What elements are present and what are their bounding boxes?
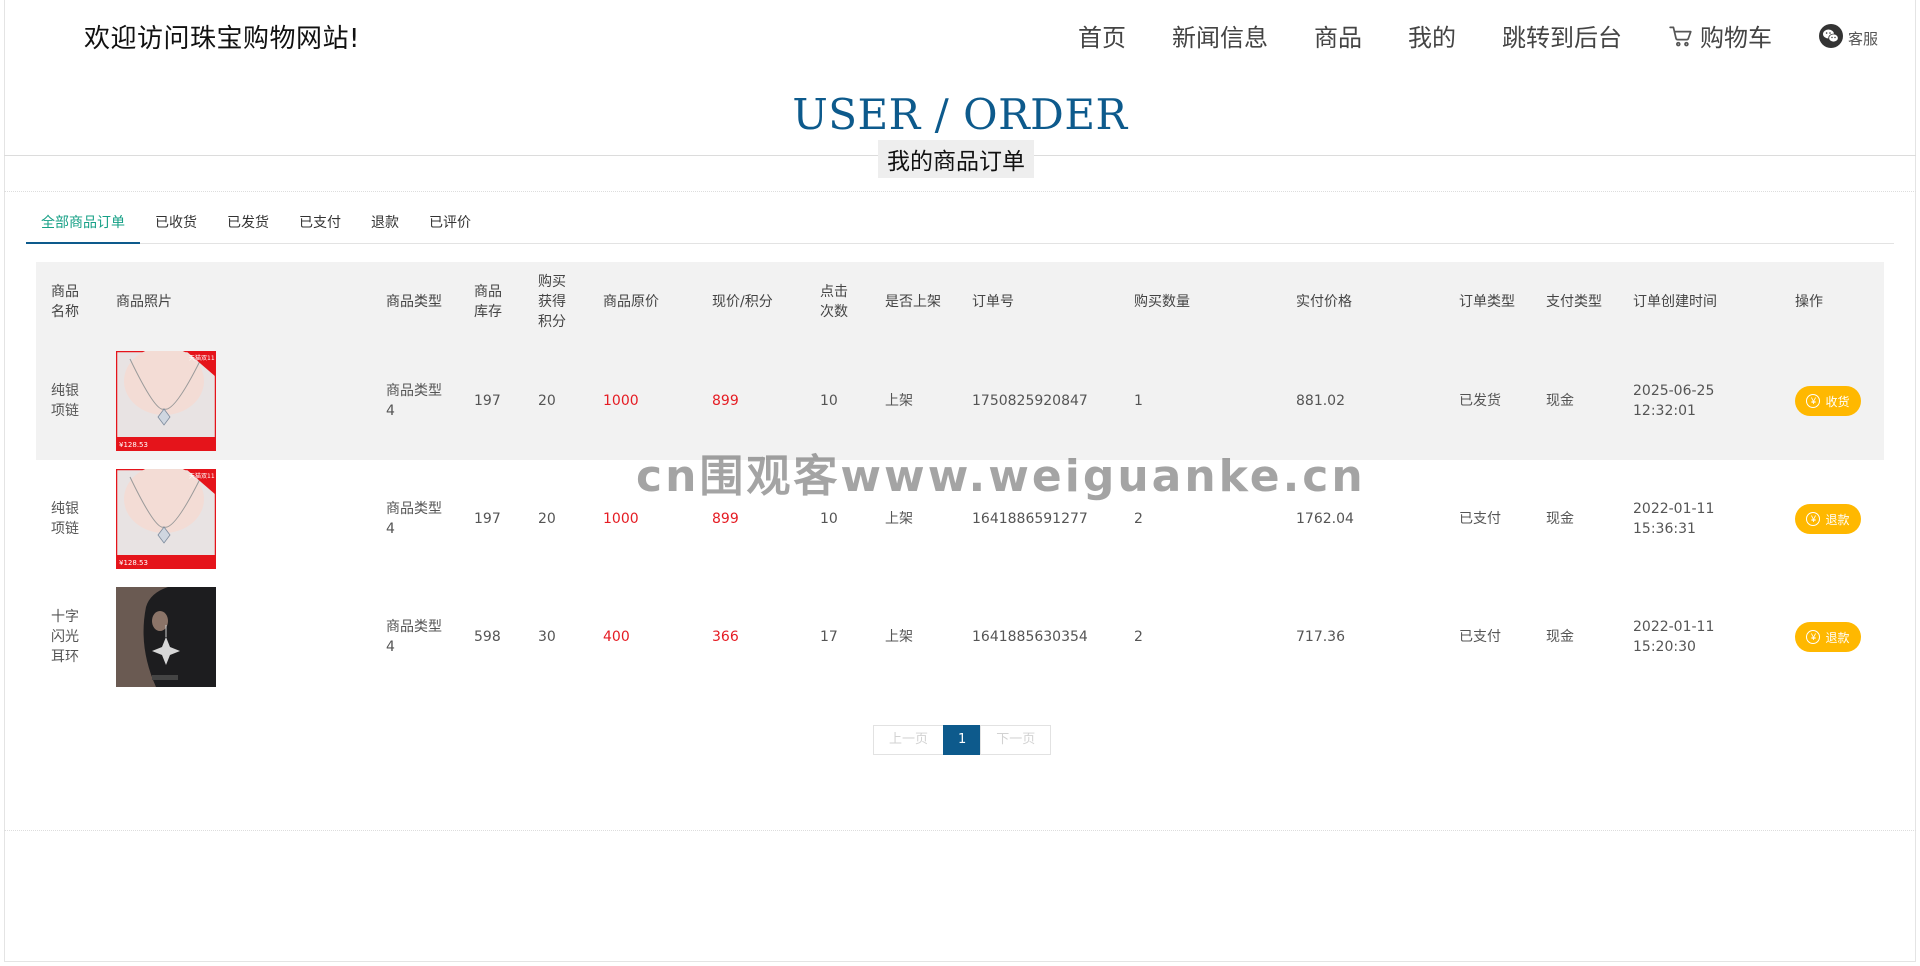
cell-photo: 天猫双11 ¥128.53 <box>101 460 371 578</box>
cell-points: 20 <box>538 511 556 527</box>
nav-cart[interactable]: 购物车 <box>1668 18 1772 53</box>
cell-order-type: 已支付 <box>1459 511 1501 527</box>
cell-pay-type: 现金 <box>1546 511 1574 527</box>
tab-all-orders[interactable]: 全部商品订单 <box>26 210 140 244</box>
order-tabs: 全部商品订单 已收货 已发货 已支付 退款 已评价 <box>26 210 1894 244</box>
yen-icon: ¥ <box>1806 630 1821 644</box>
image-badge-text: 天猫双11 <box>189 472 215 480</box>
pagination: 上一页 1 下一页 <box>873 725 1052 755</box>
action-label: 退款 <box>1825 630 1850 645</box>
cell-photo: 天猫双11 ¥128.53 <box>101 342 371 460</box>
tab-refund[interactable]: 退款 <box>356 210 414 244</box>
col-header-quantity: 购买数量 <box>1119 262 1281 342</box>
col-header-paid: 实付价格 <box>1281 262 1444 342</box>
tab-reviewed[interactable]: 已评价 <box>414 210 486 244</box>
page-subtitle: 我的商品订单 <box>878 140 1034 178</box>
cell-name: 十字闪光耳环 <box>51 609 79 665</box>
cell-clicks: 17 <box>820 629 838 645</box>
cell-pay-type: 现金 <box>1546 629 1574 645</box>
page-heading: USER / ORDER <box>792 90 1128 139</box>
action-label: 退款 <box>1825 512 1850 527</box>
nav-cart-label: 购物车 <box>1699 24 1772 52</box>
page-1-button[interactable]: 1 <box>943 725 982 755</box>
col-header-order-no: 订单号 <box>957 262 1119 342</box>
cell-stock: 598 <box>474 629 501 645</box>
cell-type: 商品类型4 <box>371 342 459 460</box>
site-title: 欢迎访问珠宝购物网站! <box>84 24 360 54</box>
cell-name: 纯银项链 <box>51 501 79 537</box>
watermark: cn围观客www.weiguanke.cn <box>636 451 1366 502</box>
col-header-pay-type: 支付类型 <box>1531 262 1618 342</box>
col-header-original-price: 商品原价 <box>588 262 697 342</box>
main-nav: 首页 新闻信息 商品 我的 跳转到后台 购物车 客服 <box>1032 18 1878 53</box>
header: 欢迎访问珠宝购物网站! 首页 新闻信息 商品 我的 跳转到后台 购物车 客服 <box>0 0 1920 72</box>
cell-name: 纯银项链 <box>36 342 101 460</box>
nav-admin[interactable]: 跳转到后台 <box>1502 18 1622 53</box>
cart-icon <box>1669 25 1692 46</box>
col-header-clicks: 点击次数 <box>805 262 870 342</box>
image-badge-text: 天猫双11 <box>189 354 215 362</box>
col-header-created: 订单创建时间 <box>1618 262 1780 342</box>
table-header-row: 商品名称 商品照片 商品类型 商品库存 购买获得积分 商品原价 现价/积分 点击… <box>36 262 1884 342</box>
col-header-photo: 商品照片 <box>101 262 371 342</box>
col-header-action: 操作 <box>1780 262 1884 342</box>
nav-news[interactable]: 新闻信息 <box>1172 18 1268 53</box>
cell-stock: 197 <box>474 511 501 527</box>
cell-order-no: 1641885630354 <box>972 629 1088 645</box>
section-divider <box>4 191 1916 192</box>
col-header-points: 购买获得积分 <box>523 262 588 342</box>
tab-paid[interactable]: 已支付 <box>284 210 356 244</box>
cell-photo <box>101 578 371 696</box>
necklace-product-image[interactable]: 天猫双11 ¥128.53 <box>116 351 216 451</box>
col-header-current-price: 现价/积分 <box>697 262 805 342</box>
next-page-button[interactable]: 下一页 <box>980 725 1052 755</box>
customer-service-button[interactable]: 客服 <box>1818 22 1878 49</box>
table-row: 十字闪光耳环 商品类型4 598 30 400 366 17 上架 164188… <box>36 578 1884 696</box>
col-header-type: 商品类型 <box>371 262 459 342</box>
col-header-name: 商品名称 <box>36 262 101 342</box>
cell-created: 2022-01-11 15:20:30 <box>1633 619 1715 655</box>
cell-created: 2025-06-25 12:32:01 <box>1618 342 1780 460</box>
image-price-text: ¥128.53 <box>119 441 148 449</box>
cell-order-type: 已发货 <box>1444 342 1531 460</box>
cell-quantity: 2 <box>1134 629 1143 645</box>
service-label: 客服 <box>1847 30 1878 48</box>
refund-button[interactable]: ¥ 退款 <box>1795 622 1861 652</box>
yen-icon: ¥ <box>1806 512 1821 526</box>
cell-points: 30 <box>538 629 556 645</box>
cell-order-type: 已支付 <box>1459 629 1501 645</box>
cell-pay-type: 现金 <box>1531 342 1618 460</box>
prev-page-button[interactable]: 上一页 <box>873 725 945 755</box>
nav-products[interactable]: 商品 <box>1314 18 1362 53</box>
cell-action: ¥ 收货 <box>1780 342 1884 460</box>
cell-stock: 197 <box>459 342 523 460</box>
refund-button[interactable]: ¥ 退款 <box>1795 504 1861 534</box>
col-header-on-shelf: 是否上架 <box>870 262 957 342</box>
necklace-product-image[interactable]: 天猫双11 ¥128.53 <box>116 469 216 569</box>
receive-button[interactable]: ¥ 收货 <box>1795 386 1861 416</box>
nav-mine[interactable]: 我的 <box>1408 18 1456 53</box>
cell-action: ¥ 退款 <box>1780 460 1884 578</box>
cell-type: 商品类型4 <box>386 501 442 537</box>
col-header-stock: 商品库存 <box>459 262 523 342</box>
cell-type: 商品类型4 <box>386 619 442 655</box>
earring-product-image[interactable] <box>116 587 216 687</box>
cell-action: ¥ 退款 <box>1780 578 1884 696</box>
nav-home[interactable]: 首页 <box>1078 18 1126 53</box>
cell-current-price: 366 <box>712 629 739 645</box>
footer-divider <box>4 830 1916 831</box>
wechat-icon <box>1818 23 1843 48</box>
tab-shipped[interactable]: 已发货 <box>212 210 284 244</box>
cell-created: 2022-01-11 15:36:31 <box>1633 501 1715 537</box>
action-label: 收货 <box>1825 394 1850 409</box>
image-price-text: ¥128.53 <box>119 559 148 567</box>
tab-received[interactable]: 已收货 <box>140 210 212 244</box>
cell-paid: 717.36 <box>1296 629 1345 645</box>
cell-on-shelf: 上架 <box>885 629 913 645</box>
cell-original-price: 400 <box>603 629 630 645</box>
col-header-order-type: 订单类型 <box>1444 262 1531 342</box>
yen-icon: ¥ <box>1806 394 1821 408</box>
cell-points: 20 <box>523 342 588 460</box>
